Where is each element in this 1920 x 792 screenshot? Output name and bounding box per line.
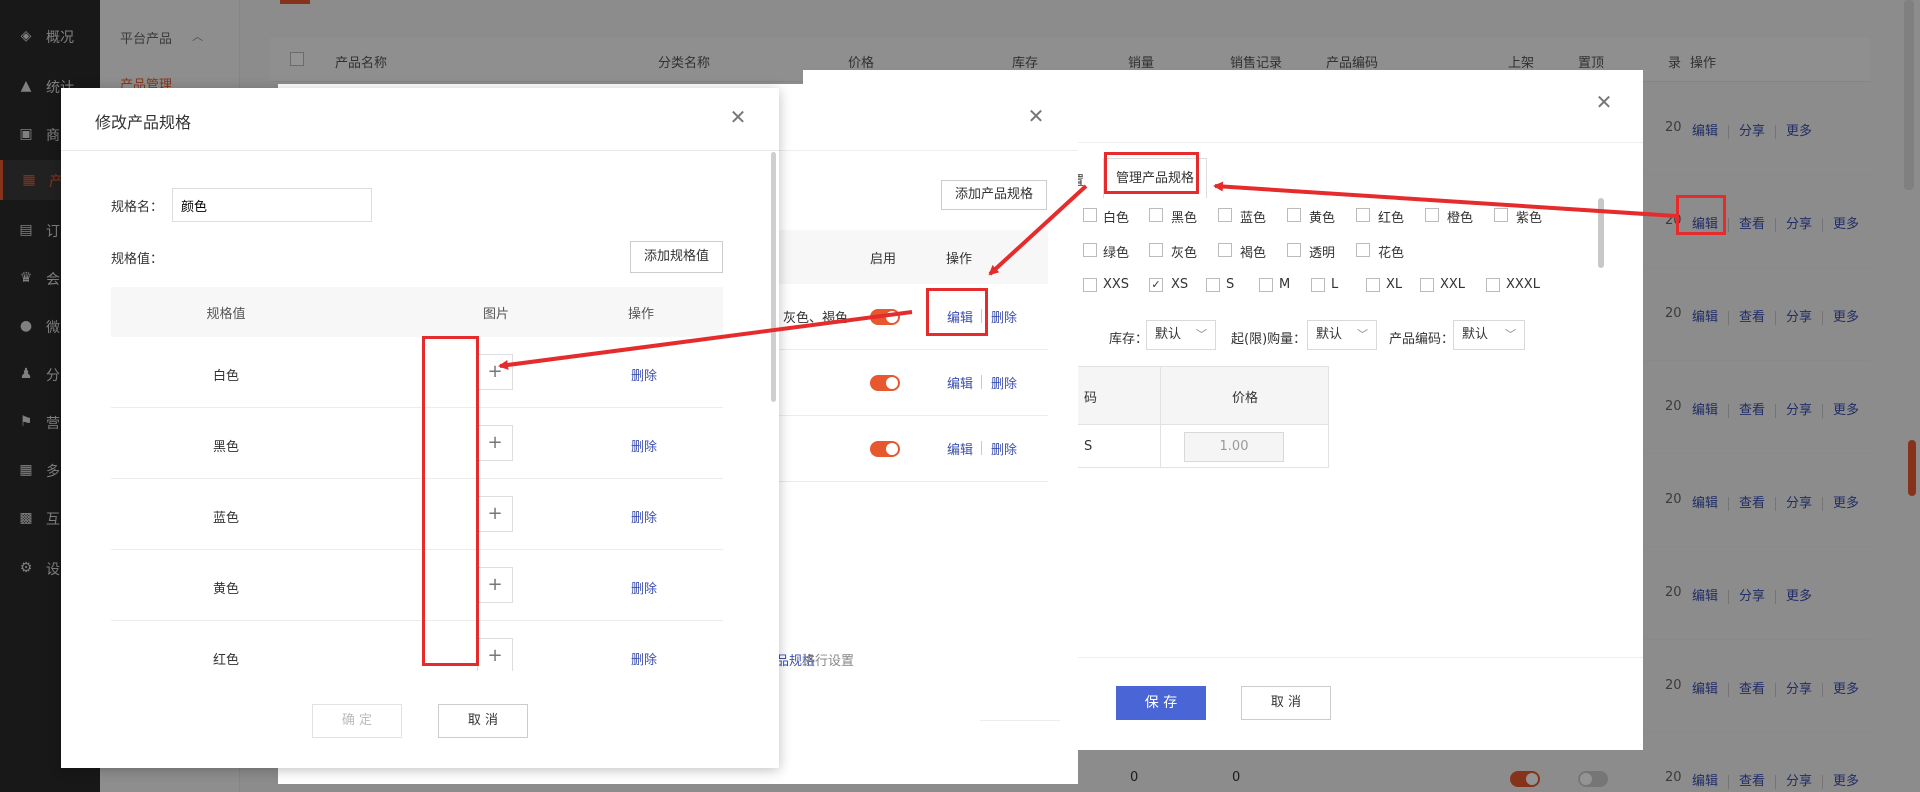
annotation-arrows xyxy=(498,181,1677,370)
arrow-to-spec-edit xyxy=(988,184,1088,276)
arrow-to-image-column xyxy=(498,310,913,370)
arrow-to-manage-spec xyxy=(1213,181,1677,218)
